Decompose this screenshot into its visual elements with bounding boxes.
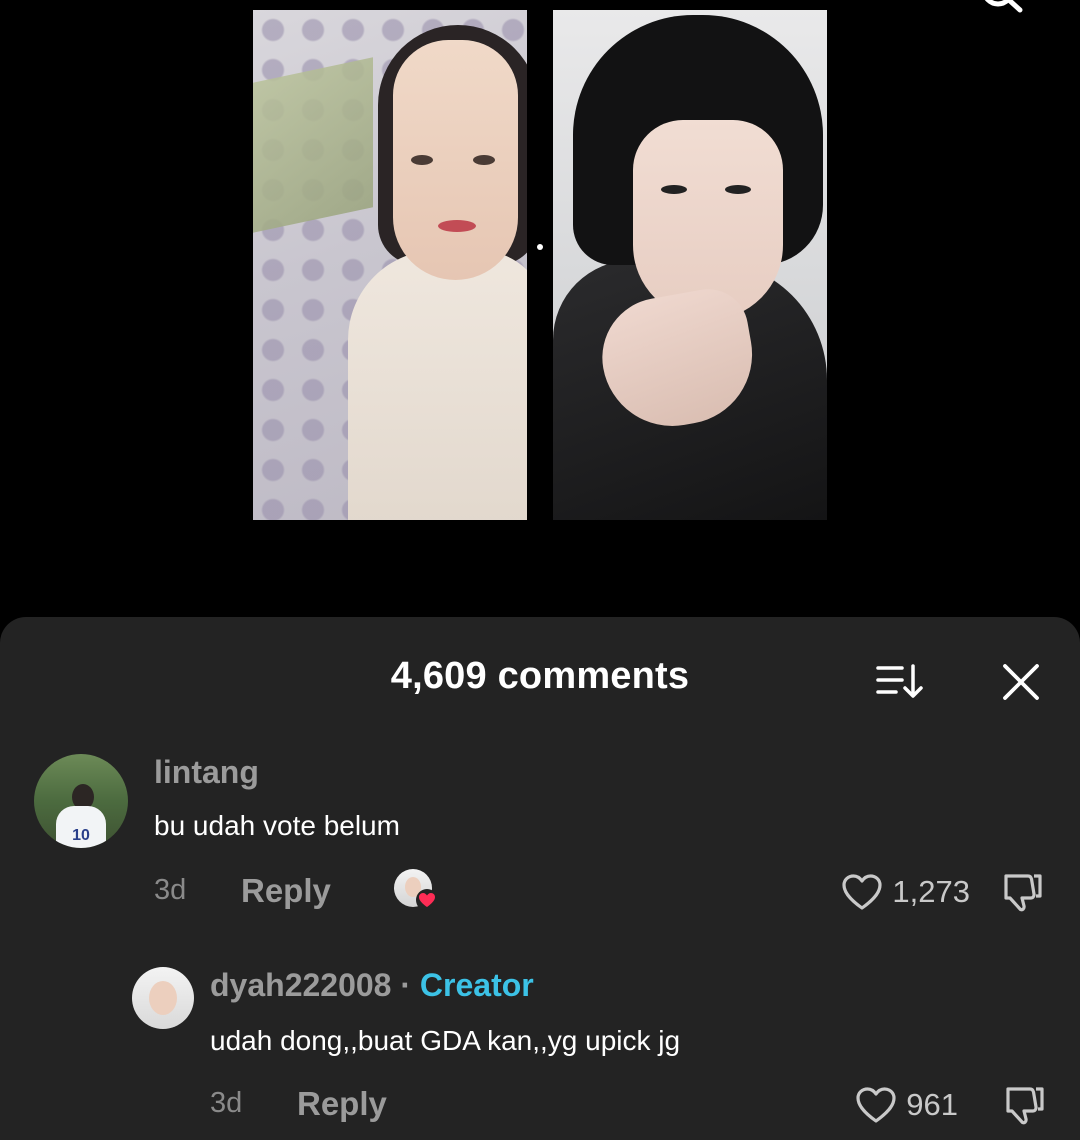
comments-sheet: 4,609 comments 10 lintang bu udah vote b… xyxy=(0,617,1080,1140)
photo-left-lips xyxy=(438,220,476,232)
heart-icon[interactable] xyxy=(840,872,884,912)
dislike-icon[interactable] xyxy=(998,870,1044,914)
photo-left-eye xyxy=(473,155,495,165)
photo-right-eye xyxy=(725,185,751,194)
carousel-dot xyxy=(537,244,543,250)
close-icon[interactable] xyxy=(1000,661,1042,703)
like-count: 1,273 xyxy=(892,874,970,909)
comment-username-row: dyah222008 · Creator xyxy=(210,967,534,1004)
reply-button[interactable]: Reply xyxy=(241,872,331,910)
search-icon[interactable] xyxy=(978,0,1028,18)
heart-icon[interactable] xyxy=(854,1085,898,1125)
like-control[interactable]: 961 xyxy=(854,1083,958,1127)
username-separator: · xyxy=(400,967,412,1003)
comment-text: bu udah vote belum xyxy=(154,810,400,841)
dislike-icon[interactable] xyxy=(1000,1083,1046,1127)
photo-left-bedding xyxy=(253,57,373,233)
photo-left-body xyxy=(348,250,527,520)
avatar[interactable] xyxy=(132,967,194,1029)
sort-icon[interactable] xyxy=(876,662,924,702)
comment-username[interactable]: lintang xyxy=(154,754,259,791)
photo-left-eye xyxy=(411,155,433,165)
video-player[interactable] xyxy=(0,0,1080,640)
heart-badge-icon xyxy=(416,889,438,911)
video-photo-right xyxy=(553,10,827,520)
comment-username[interactable]: dyah222008 xyxy=(210,967,391,1003)
avatar-jersey: 10 xyxy=(56,806,106,848)
avatar-face xyxy=(149,981,177,1015)
like-count: 961 xyxy=(906,1087,958,1122)
comment-time: 3d xyxy=(210,1087,243,1119)
reply-button[interactable]: Reply xyxy=(297,1085,387,1123)
comment-text: udah dong,,buat GDA kan,,yg upick jg xyxy=(210,1025,681,1056)
like-control[interactable]: 1,273 xyxy=(840,870,970,914)
photo-right-eye xyxy=(661,185,687,194)
creator-tag: Creator xyxy=(419,967,534,1003)
avatar[interactable]: 10 xyxy=(34,754,128,848)
video-photo-left xyxy=(253,10,527,520)
comment-time: 3d xyxy=(154,874,187,906)
creator-liked-badge xyxy=(394,869,438,913)
